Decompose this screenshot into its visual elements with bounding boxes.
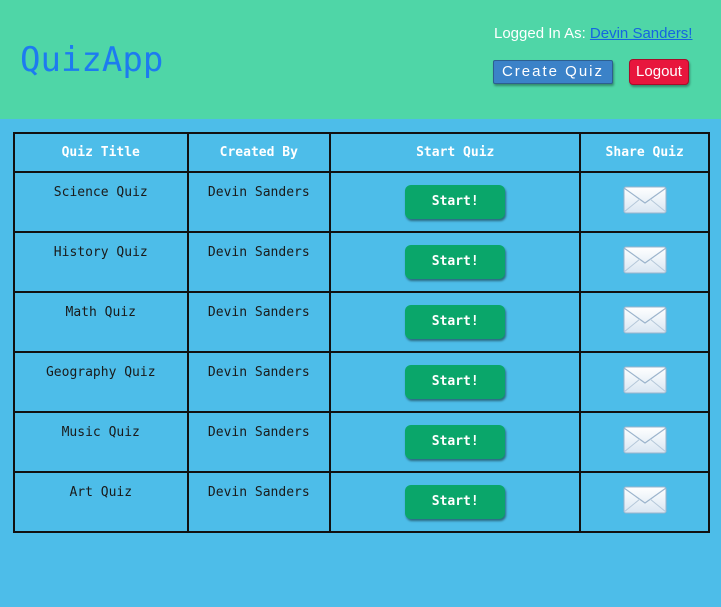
share-quiz-cell — [579, 351, 710, 413]
quiz-title-cell: Science Quiz — [13, 171, 189, 233]
start-quiz-cell: Start! — [329, 231, 582, 293]
quiz-title: Music Quiz — [61, 425, 140, 440]
quiz-author: Devin Sanders — [207, 185, 310, 200]
start-quiz-cell: Start! — [329, 291, 582, 353]
share-quiz-cell — [579, 411, 710, 473]
logged-in-label: Logged In As: — [494, 25, 590, 42]
quiz-title-cell: Music Quiz — [13, 411, 189, 473]
share-quiz-cell — [579, 231, 710, 293]
quiz-title: Geography Quiz — [45, 365, 156, 380]
column-header-quiz-title: Quiz Title — [13, 132, 189, 173]
created-by-cell: Devin Sanders — [186, 471, 332, 533]
quiz-author: Devin Sanders — [207, 245, 310, 260]
column-header-share-quiz: Share Quiz — [579, 132, 710, 173]
start-quiz-cell: Start! — [329, 171, 582, 233]
quiz-author: Devin Sanders — [207, 485, 310, 500]
quiz-title-cell: History Quiz — [13, 231, 189, 293]
share-quiz-cell — [579, 291, 710, 353]
envelope-icon[interactable] — [623, 244, 667, 276]
table-row: Math Quiz Devin Sanders Start! — [13, 291, 710, 353]
quiz-title: Math Quiz — [65, 305, 136, 320]
start-quiz-button[interactable]: Start! — [405, 484, 506, 519]
created-by-cell: Devin Sanders — [186, 291, 332, 353]
start-quiz-cell: Start! — [329, 411, 582, 473]
table-header-row: Quiz Title Created By Start Quiz Share Q… — [13, 132, 710, 173]
envelope-icon[interactable] — [623, 424, 667, 456]
table-row: Music Quiz Devin Sanders Start! — [13, 411, 710, 473]
start-quiz-cell: Start! — [329, 471, 582, 533]
table-row: History Quiz Devin Sanders Start! — [13, 231, 710, 293]
created-by-cell: Devin Sanders — [186, 411, 332, 473]
quiz-author: Devin Sanders — [207, 365, 310, 380]
quiz-table-body: Science Quiz Devin Sanders Start! Histor… — [13, 171, 710, 533]
column-header-start-quiz: Start Quiz — [329, 132, 582, 173]
created-by-cell: Devin Sanders — [186, 351, 332, 413]
start-quiz-button[interactable]: Start! — [405, 304, 506, 339]
app-logo[interactable]: QuizApp — [20, 40, 163, 80]
quiz-title-cell: Geography Quiz — [13, 351, 189, 413]
envelope-icon[interactable] — [623, 304, 667, 336]
share-quiz-cell — [579, 471, 710, 533]
quiz-title: Science Quiz — [53, 185, 148, 200]
quiz-title-cell: Art Quiz — [13, 471, 189, 533]
table-row: Art Quiz Devin Sanders Start! — [13, 471, 710, 533]
quiz-title: History Quiz — [53, 245, 148, 260]
envelope-icon[interactable] — [623, 184, 667, 216]
envelope-icon[interactable] — [623, 364, 667, 396]
start-quiz-button[interactable]: Start! — [405, 184, 506, 219]
quiz-author: Devin Sanders — [207, 425, 310, 440]
quiz-table: Quiz Title Created By Start Quiz Share Q… — [13, 132, 710, 533]
quiz-title-cell: Math Quiz — [13, 291, 189, 353]
create-quiz-button[interactable]: Create Quiz — [493, 60, 613, 84]
quiz-author: Devin Sanders — [207, 305, 310, 320]
share-quiz-cell — [579, 171, 710, 233]
envelope-icon[interactable] — [623, 484, 667, 516]
created-by-cell: Devin Sanders — [186, 171, 332, 233]
table-row: Geography Quiz Devin Sanders Start! — [13, 351, 710, 413]
start-quiz-button[interactable]: Start! — [405, 364, 506, 399]
start-quiz-button[interactable]: Start! — [405, 424, 506, 459]
login-status: Logged In As: Devin Sanders! — [494, 25, 692, 42]
logout-button[interactable]: Logout — [629, 59, 689, 85]
header-bar: QuizApp Logged In As: Devin Sanders! Cre… — [0, 0, 721, 119]
quiz-title: Art Quiz — [69, 485, 133, 500]
user-profile-link[interactable]: Devin Sanders! — [590, 25, 693, 42]
start-quiz-button[interactable]: Start! — [405, 244, 506, 279]
start-quiz-cell: Start! — [329, 351, 582, 413]
column-header-created-by: Created By — [186, 132, 332, 173]
created-by-cell: Devin Sanders — [186, 231, 332, 293]
table-row: Science Quiz Devin Sanders Start! — [13, 171, 710, 233]
